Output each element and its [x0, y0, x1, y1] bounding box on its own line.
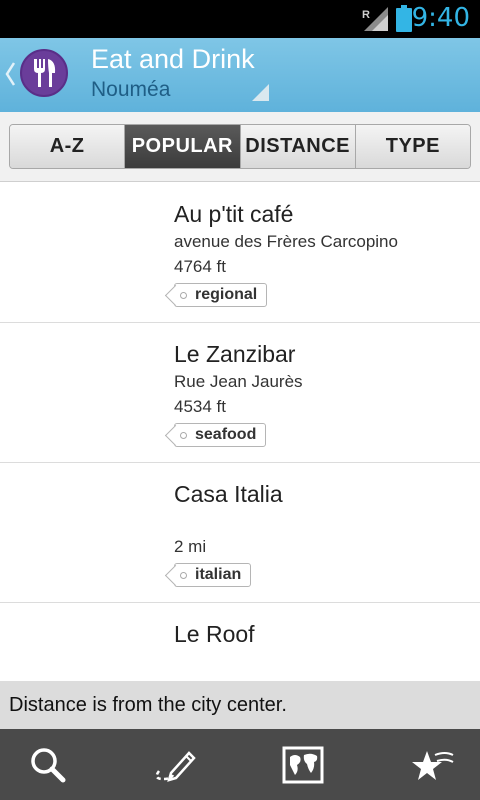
place-distance: 4534 ft	[174, 397, 226, 416]
back-chevron-icon[interactable]	[4, 59, 18, 89]
place-distance: 2 mi	[174, 537, 207, 556]
tab-a-z[interactable]: A-Z	[10, 125, 126, 168]
edit-icon[interactable]	[151, 742, 197, 788]
category-tag: regional	[174, 283, 268, 307]
list-item[interactable]: Au p'tit café avenue des Frères Carcopin…	[0, 183, 480, 323]
list-item[interactable]: Le Zanzibar Rue Jean Jaurès 4534 ft seaf…	[0, 323, 480, 463]
search-icon[interactable]	[25, 742, 71, 788]
place-address: avenue des Frères Carcopino	[174, 232, 398, 251]
tag-icon	[180, 432, 187, 439]
place-name: Le Zanzibar	[174, 341, 296, 367]
clock: 9:40	[411, 3, 470, 33]
sort-tabs-bar: A-Z POPULAR DISTANCE TYPE	[0, 112, 480, 182]
battery-icon	[396, 5, 412, 32]
place-distance: 4764 ft	[174, 257, 226, 276]
tag-label: seafood	[195, 426, 257, 443]
place-name: Au p'tit café	[174, 201, 294, 227]
tag-label: regional	[195, 286, 258, 303]
fork-knife-icon[interactable]	[20, 49, 68, 97]
places-list: Au p'tit café avenue des Frères Carcopin…	[0, 183, 480, 681]
map-icon[interactable]	[280, 742, 326, 788]
tab-type[interactable]: TYPE	[355, 125, 470, 168]
list-item[interactable]: Casa Italia 2 mi italian	[0, 463, 480, 603]
roaming-label: R	[362, 9, 370, 21]
city-spinner[interactable]: Nouméa	[91, 78, 170, 102]
tag-label: italian	[195, 566, 242, 583]
tag-icon	[180, 572, 187, 579]
spinner-arrow-icon[interactable]	[252, 84, 269, 101]
tag-icon	[180, 292, 187, 299]
category-tag: seafood	[174, 423, 267, 447]
place-name: Casa Italia	[174, 481, 283, 507]
favorites-icon[interactable]	[410, 742, 456, 788]
sort-tabs: A-Z POPULAR DISTANCE TYPE	[9, 124, 471, 169]
distance-notice: Distance is from the city center.	[0, 681, 480, 729]
list-item[interactable]: Le Roof	[0, 603, 480, 681]
tab-distance[interactable]: DISTANCE	[240, 125, 356, 168]
place-name: Le Roof	[174, 621, 255, 647]
place-address: Rue Jean Jaurès	[174, 372, 303, 391]
bottom-toolbar	[0, 729, 480, 800]
tab-popular[interactable]: POPULAR	[125, 125, 241, 168]
action-bar: Eat and Drink Nouméa	[0, 38, 480, 112]
signal-icon: R	[362, 7, 388, 31]
status-bar: R 9:40	[0, 0, 480, 38]
category-tag: italian	[174, 563, 252, 587]
page-title: Eat and Drink	[91, 44, 255, 74]
